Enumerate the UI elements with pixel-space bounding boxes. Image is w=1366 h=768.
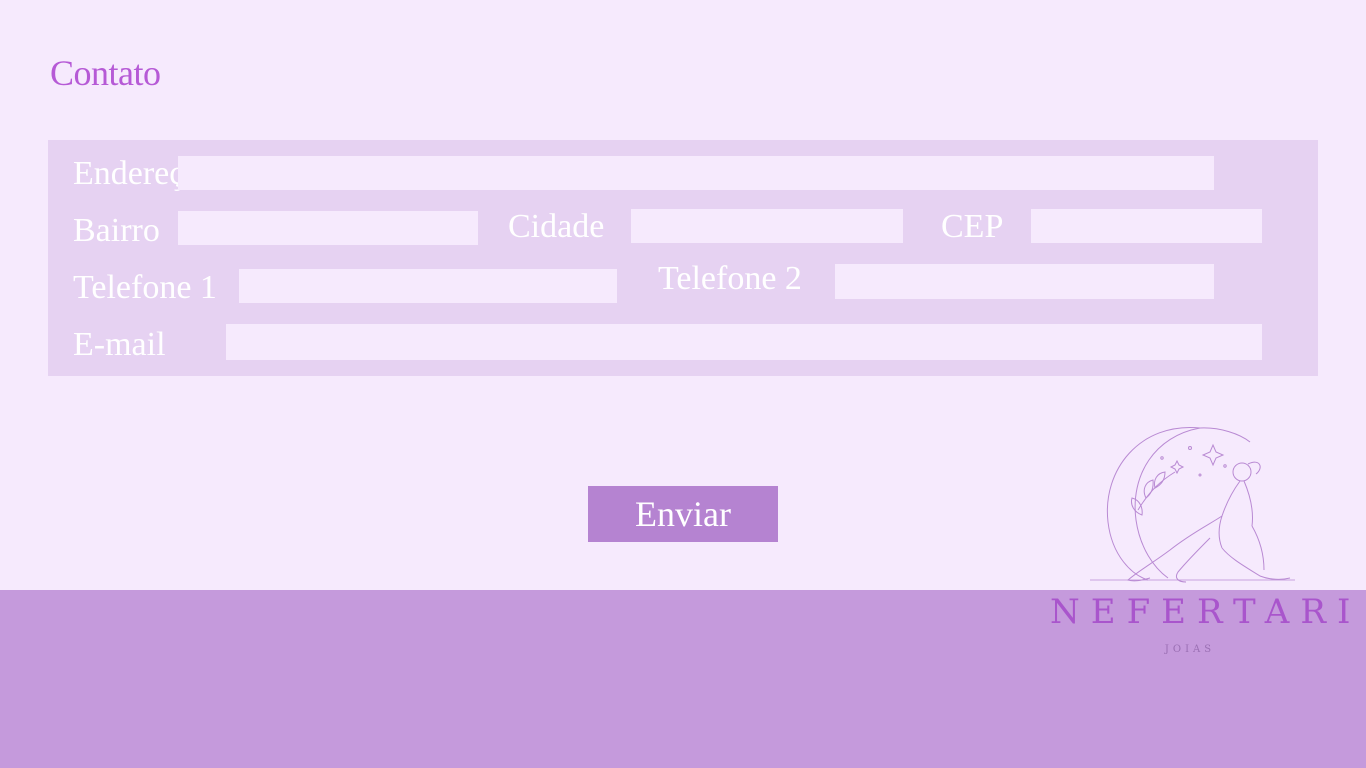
brand-name: NEFERTARI bbox=[1050, 592, 1362, 632]
brand-tagline: JOIAS bbox=[1164, 644, 1216, 655]
phone2-field[interactable] bbox=[835, 264, 1214, 299]
contact-page: Contato Endereço Bairro Cidade CEP Telef… bbox=[0, 0, 1366, 768]
neighborhood-field[interactable] bbox=[178, 211, 478, 245]
moon-woman-illustration-icon bbox=[1090, 427, 1295, 583]
address-field[interactable] bbox=[178, 156, 1214, 190]
neighborhood-label: Bairro bbox=[73, 212, 160, 249]
send-button[interactable]: Enviar bbox=[588, 486, 778, 542]
cep-field[interactable] bbox=[1031, 209, 1262, 243]
email-label: E-mail bbox=[73, 326, 166, 363]
page-title: Contato bbox=[50, 53, 161, 93]
phone1-field[interactable] bbox=[239, 269, 617, 303]
contact-form: Endereço Bairro Cidade CEP Telefone 1 Te… bbox=[48, 140, 1318, 376]
brand-logo: NEFERTARI JOIAS bbox=[1050, 420, 1362, 665]
city-field[interactable] bbox=[631, 209, 903, 243]
phone1-label: Telefone 1 bbox=[73, 269, 217, 306]
city-label: Cidade bbox=[508, 208, 605, 245]
email-field[interactable] bbox=[226, 324, 1262, 360]
phone2-label: Telefone 2 bbox=[658, 260, 802, 297]
cep-label: CEP bbox=[941, 208, 1004, 245]
